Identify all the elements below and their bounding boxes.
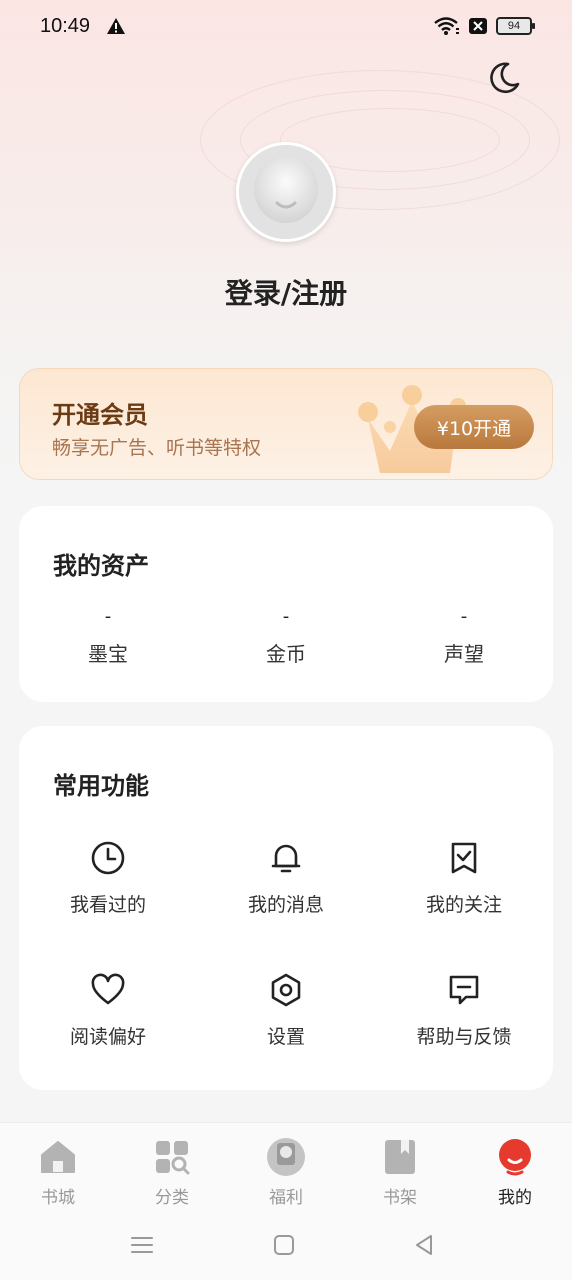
- avatar-placeholder-icon: [239, 145, 333, 239]
- functions-title: 常用功能: [53, 772, 149, 800]
- function-help-feedback[interactable]: 帮助与反馈: [384, 972, 544, 1049]
- gear-icon: [271, 973, 301, 1007]
- function-following[interactable]: 我的关注: [384, 840, 544, 917]
- status-time: 10:49: [40, 14, 91, 37]
- function-label: 阅读偏好: [69, 1026, 146, 1048]
- heart-icon: [91, 973, 125, 1005]
- menu-icon[interactable]: [129, 1232, 155, 1258]
- vip-open-button[interactable]: ¥10开通: [414, 405, 534, 449]
- assets-title: 我的资产: [53, 552, 149, 580]
- assets-card: 我的资产 - 墨宝 - 金币 - 声望: [19, 506, 553, 702]
- function-label: 我的关注: [425, 894, 502, 916]
- clock-icon: [91, 841, 125, 875]
- function-history[interactable]: 我看过的: [28, 840, 188, 917]
- asset-value: -: [282, 606, 290, 627]
- functions-card: 常用功能 我看过的 我的消息 我的关注 阅读偏好 设置 帮助与反馈: [19, 726, 553, 1090]
- tab-bookstore[interactable]: 书城: [18, 1137, 98, 1208]
- asset-label: 声望: [444, 642, 484, 666]
- tab-label: 书架: [383, 1188, 417, 1208]
- function-messages[interactable]: 我的消息: [206, 840, 366, 917]
- profile-icon: [499, 1139, 531, 1176]
- tab-welfare[interactable]: 福利: [246, 1137, 326, 1208]
- battery-indicator: 94: [496, 17, 535, 35]
- tab-label: 分类: [155, 1188, 189, 1208]
- vip-title: 开通会员: [52, 401, 148, 429]
- vip-card[interactable]: 开通会员 畅享无广告、听书等特权 ¥10开通: [19, 368, 553, 480]
- system-nav-bar: [0, 1222, 572, 1268]
- home-icon: [41, 1141, 75, 1173]
- tab-bookshelf[interactable]: 书架: [360, 1137, 440, 1208]
- asset-item-mobao[interactable]: - 墨宝: [48, 606, 168, 667]
- night-mode-icon[interactable]: [486, 60, 522, 96]
- asset-label: 墨宝: [88, 642, 128, 666]
- avatar[interactable]: [236, 142, 336, 242]
- status-bar: 10:49 94: [0, 0, 572, 52]
- wifi-icon: [434, 17, 459, 35]
- category-icon: [156, 1141, 190, 1175]
- function-reading-preference[interactable]: 阅读偏好: [28, 972, 188, 1049]
- asset-value: -: [460, 606, 468, 627]
- vip-subtitle: 畅享无广告、听书等特权: [52, 437, 262, 459]
- login-register-link[interactable]: 登录/注册: [0, 272, 572, 312]
- function-label: 我看过的: [69, 894, 146, 916]
- function-settings[interactable]: 设置: [206, 972, 366, 1049]
- bookmark-check-icon: [451, 842, 477, 874]
- asset-item-coins[interactable]: - 金币: [226, 606, 346, 667]
- tab-label: 我的: [498, 1188, 532, 1208]
- function-label: 设置: [266, 1026, 305, 1048]
- bookshelf-icon: [385, 1140, 415, 1174]
- gift-icon: [267, 1138, 305, 1176]
- no-sim-icon: [469, 18, 487, 34]
- asset-value: -: [104, 606, 112, 627]
- tab-category[interactable]: 分类: [132, 1137, 212, 1208]
- battery-level: 94: [507, 20, 521, 32]
- function-label: 帮助与反馈: [416, 1026, 512, 1048]
- home-nav-icon[interactable]: [271, 1232, 297, 1258]
- function-label: 我的消息: [247, 894, 324, 916]
- tab-label: 福利: [269, 1188, 303, 1208]
- tab-mine[interactable]: 我的: [475, 1137, 555, 1208]
- feedback-icon: [449, 975, 479, 1005]
- bell-icon: [271, 844, 301, 873]
- tab-label: 书城: [41, 1188, 75, 1208]
- back-icon[interactable]: [411, 1232, 437, 1258]
- asset-label: 金币: [266, 642, 306, 666]
- asset-item-reputation[interactable]: - 声望: [404, 606, 524, 667]
- warning-icon: [107, 18, 126, 34]
